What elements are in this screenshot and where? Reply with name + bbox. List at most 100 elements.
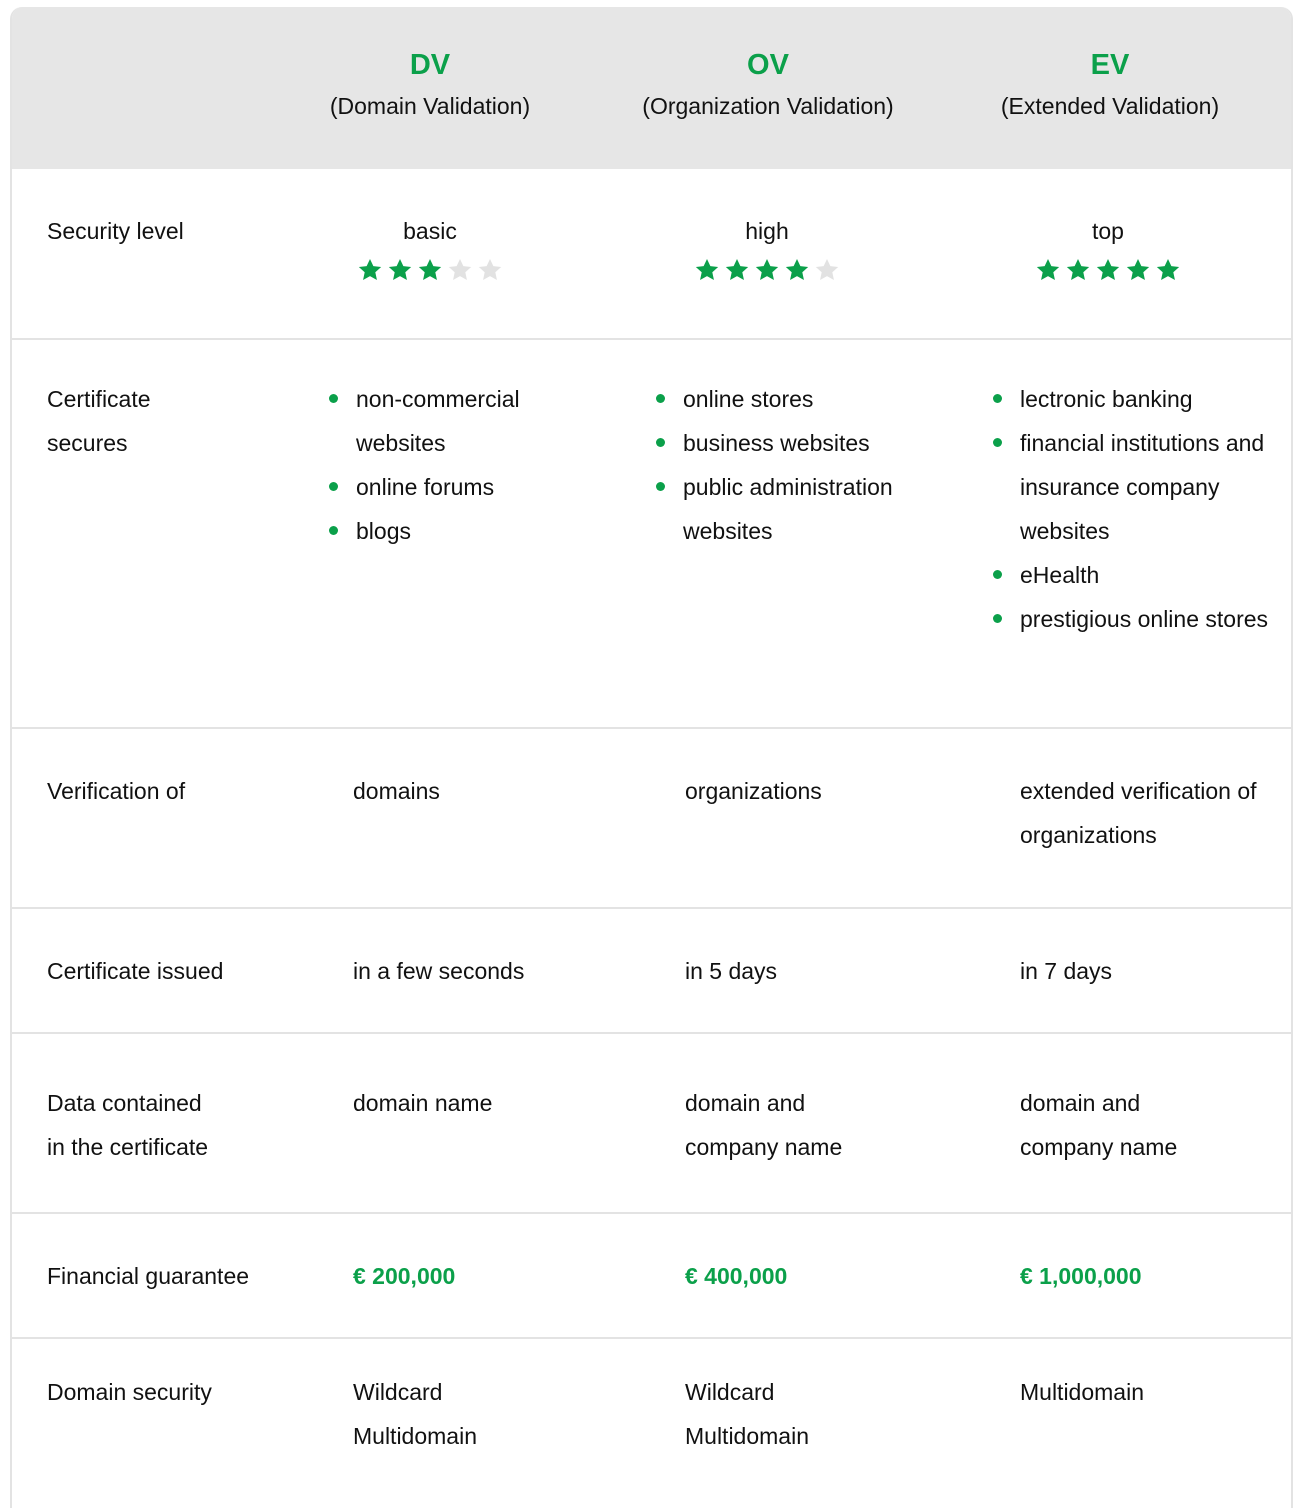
bullet-icon bbox=[656, 482, 665, 491]
header-ov: OV (Organization Validation) bbox=[608, 47, 928, 123]
list-item: online stores bbox=[656, 377, 953, 421]
row-label: Verification of bbox=[47, 778, 186, 804]
issued-ov: in 5 days bbox=[685, 958, 778, 984]
issued-ev: in 7 days bbox=[1020, 958, 1113, 984]
star-filled-icon bbox=[1036, 258, 1060, 280]
star-empty-icon bbox=[815, 258, 839, 280]
secures-list: lectronic banking financial institutions … bbox=[993, 377, 1270, 641]
header-ov-full: (Organization Validation) bbox=[642, 93, 894, 119]
header-ev: EV (Extended Validation) bbox=[970, 47, 1250, 123]
row-certificate-secures: Certificate secures non-commercial websi… bbox=[12, 340, 1291, 729]
header-dv: DV (Domain Validation) bbox=[310, 47, 550, 123]
list-item: blogs bbox=[329, 509, 596, 553]
bullet-icon bbox=[993, 570, 1002, 579]
list-item-text: public administration websites bbox=[683, 474, 893, 544]
domain-security-item: Wildcard bbox=[685, 1379, 775, 1405]
row-security-level: Security level basic high top bbox=[12, 169, 1291, 340]
bullet-icon bbox=[656, 438, 665, 447]
row-data-contained: Data contained in the certificate domain… bbox=[12, 1034, 1291, 1214]
star-empty-icon bbox=[478, 258, 502, 280]
bullet-icon bbox=[329, 394, 338, 403]
domain-security-ov: Wildcard Multidomain bbox=[685, 1370, 809, 1458]
row-label: Data contained in the certificate bbox=[47, 1081, 208, 1169]
row-label-line: in the certificate bbox=[47, 1134, 209, 1160]
row-domain-security: Domain security Wildcard Multidomain Wil… bbox=[12, 1339, 1291, 1508]
security-text: top bbox=[1092, 218, 1124, 244]
list-item-text: online stores bbox=[683, 386, 814, 412]
star-rating bbox=[687, 257, 847, 283]
data-dv: domain name bbox=[353, 1090, 493, 1116]
star-filled-icon bbox=[695, 258, 719, 280]
header-ov-abbr: OV bbox=[747, 49, 789, 81]
secures-ov: online stores business websites public adm… bbox=[656, 377, 953, 553]
row-label: Domain security bbox=[47, 1379, 212, 1405]
list-item: lectronic banking bbox=[993, 377, 1270, 421]
row-certificate-issued: Certificate issued in a few seconds in 5… bbox=[12, 909, 1291, 1034]
secures-list: online stores business websites public adm… bbox=[656, 377, 953, 553]
star-filled-icon bbox=[1096, 258, 1120, 280]
verification-ev: extended verification of organizations bbox=[1020, 778, 1257, 848]
bullet-icon bbox=[993, 394, 1002, 403]
secures-dv: non-commercial websites online forums blog… bbox=[329, 377, 596, 553]
star-filled-icon bbox=[785, 258, 809, 280]
list-item: eHealth bbox=[993, 553, 1270, 597]
row-label: Certificate issued bbox=[47, 958, 224, 984]
star-filled-icon bbox=[1126, 258, 1150, 280]
list-item: prestigious online stores bbox=[993, 597, 1270, 641]
security-text: high bbox=[745, 218, 789, 244]
domain-security-dv: Wildcard Multidomain bbox=[353, 1370, 477, 1458]
row-financial-guarantee: Financial guarantee € 200,000 € 400,000 … bbox=[12, 1214, 1291, 1339]
star-filled-icon bbox=[725, 258, 749, 280]
bullet-icon bbox=[993, 438, 1002, 447]
security-ev: top bbox=[1028, 209, 1188, 283]
row-label: Certificate secures bbox=[47, 377, 151, 465]
bullet-icon bbox=[656, 394, 665, 403]
bullet-icon bbox=[993, 614, 1002, 623]
verification-ov: organizations bbox=[685, 778, 822, 804]
star-filled-icon bbox=[1156, 258, 1180, 280]
list-item: online forums bbox=[329, 465, 596, 509]
verification-dv: domains bbox=[353, 778, 440, 804]
guarantee-ov: € 400,000 bbox=[685, 1263, 788, 1289]
header-dv-full: (Domain Validation) bbox=[329, 93, 531, 119]
list-item-text: prestigious online stores bbox=[1020, 606, 1269, 632]
list-item-text: financial institutions and insurance com… bbox=[1020, 430, 1265, 544]
list-item-text: business websites bbox=[683, 430, 870, 456]
issued-dv: in a few seconds bbox=[353, 958, 525, 984]
security-ov: high bbox=[687, 209, 847, 283]
list-item-text: online forums bbox=[356, 474, 495, 500]
star-filled-icon bbox=[1066, 258, 1090, 280]
domain-security-item: Multidomain bbox=[1020, 1379, 1144, 1405]
list-item-text: non-commercial websites bbox=[356, 386, 520, 456]
domain-security-item: Multidomain bbox=[685, 1423, 809, 1449]
star-filled-icon bbox=[418, 258, 442, 280]
row-verification-of: Verification of domains organizations ex… bbox=[12, 729, 1291, 909]
data-ev: domain and company name bbox=[1020, 1090, 1178, 1160]
star-empty-icon bbox=[448, 258, 472, 280]
list-item: financial institutions and insurance com… bbox=[993, 421, 1270, 553]
row-label-line: Data contained bbox=[47, 1090, 202, 1116]
star-filled-icon bbox=[755, 258, 779, 280]
list-item: business websites bbox=[656, 421, 953, 465]
security-text: basic bbox=[403, 218, 457, 244]
list-item-text: eHealth bbox=[1020, 562, 1100, 588]
list-item: non-commercial websites bbox=[329, 377, 596, 465]
row-label: Security level bbox=[47, 218, 184, 244]
comparison-table: DV (Domain Validation) OV (Organization … bbox=[10, 7, 1293, 1508]
header-dv-abbr: DV bbox=[409, 49, 451, 81]
security-dv: basic bbox=[350, 209, 510, 283]
list-item: public administration websites bbox=[656, 465, 953, 553]
guarantee-ev: € 1,000,000 bbox=[1020, 1263, 1142, 1289]
bullet-icon bbox=[329, 482, 338, 491]
domain-security-item: Multidomain bbox=[353, 1423, 477, 1449]
list-item-text: blogs bbox=[356, 518, 411, 544]
row-label-line: secures bbox=[47, 430, 128, 456]
bullet-icon bbox=[329, 526, 338, 535]
domain-security-ev: Multidomain bbox=[1020, 1370, 1144, 1414]
table-header: DV (Domain Validation) OV (Organization … bbox=[12, 7, 1291, 169]
domain-security-item: Wildcard bbox=[353, 1379, 443, 1405]
list-item-text: lectronic banking bbox=[1020, 386, 1193, 412]
secures-ev: lectronic banking financial institutions … bbox=[993, 377, 1270, 641]
star-filled-icon bbox=[358, 258, 382, 280]
data-ov: domain and company name bbox=[685, 1090, 843, 1160]
